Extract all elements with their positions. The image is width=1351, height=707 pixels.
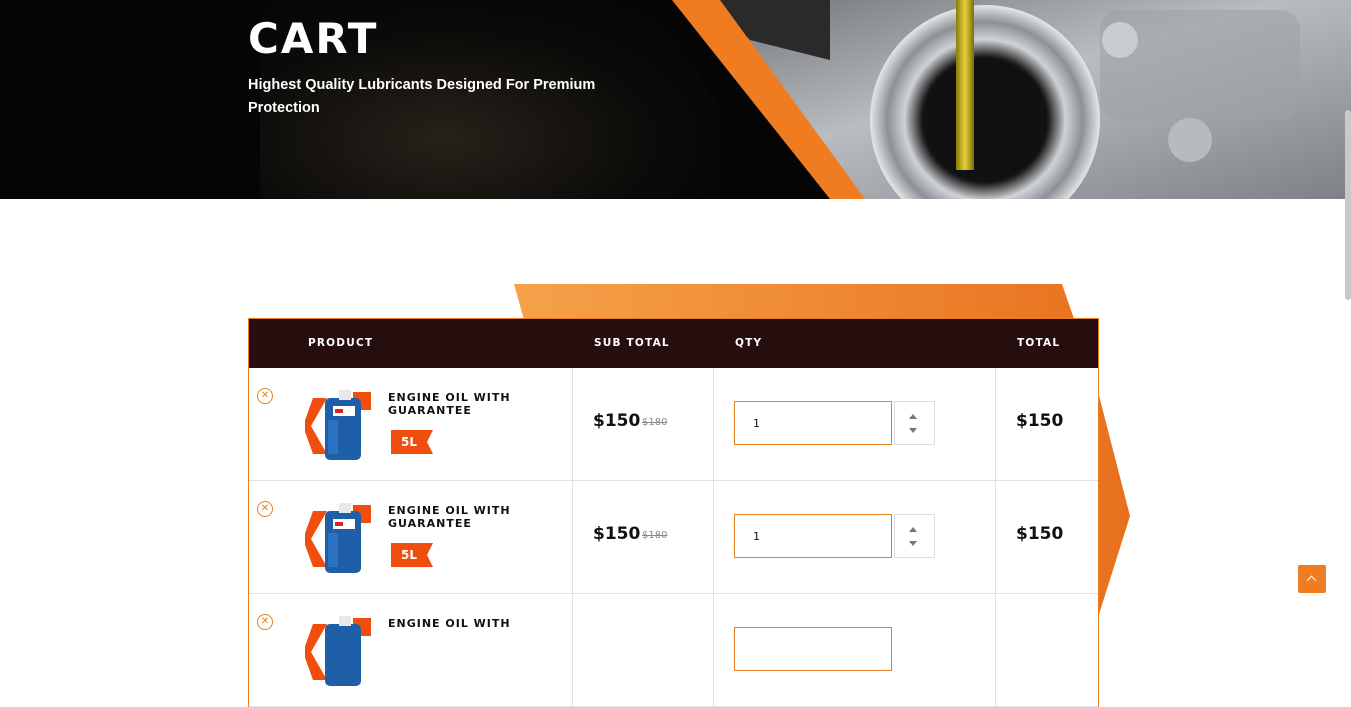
page-title: CART (248, 14, 379, 63)
product-name[interactable]: ENGINE OIL WITH (388, 617, 538, 630)
size-label: 5L (401, 548, 417, 562)
quantity-stepper (894, 401, 935, 445)
size-badge: 5L (391, 430, 433, 454)
product-cell: ✕ ENGINE OIL WITH GUARANTEE 5L (249, 368, 573, 480)
line-total: $150 (1016, 524, 1064, 544)
qty-cell (713, 368, 996, 480)
subtotal-cell (572, 594, 714, 706)
price: $150 (593, 524, 641, 544)
quantity-input[interactable] (734, 627, 892, 671)
qty-cell (713, 594, 996, 706)
page-subtitle: Highest Quality Lubricants Designed For … (248, 77, 596, 116)
product-name[interactable]: ENGINE OIL WITH GUARANTEE (388, 391, 538, 417)
header-qty: QTY (735, 337, 763, 349)
engine-oil-bottle-image (305, 503, 371, 573)
table-header: PRODUCT SUB TOTAL QTY TOTAL (249, 319, 1098, 368)
old-price: $180 (642, 530, 668, 541)
header-product: PRODUCT (308, 337, 374, 349)
price: $150 (593, 411, 641, 431)
product-cell: ✕ ENGINE OIL WITH GUARANTEE 5L (249, 481, 573, 593)
caret-down-icon[interactable] (909, 541, 917, 546)
engine-oil-pour-image (650, 0, 1351, 199)
remove-item-button[interactable]: ✕ (257, 614, 273, 630)
line-total: $150 (1016, 411, 1064, 431)
header-subtotal: SUB TOTAL (594, 337, 670, 349)
remove-item-button[interactable]: ✕ (257, 388, 273, 404)
quantity-stepper (894, 514, 935, 558)
header-total: TOTAL (1017, 337, 1061, 349)
product-cell: ✕ ENGINE OIL WITH (249, 594, 573, 706)
scroll-to-top-button[interactable] (1298, 565, 1326, 593)
caret-up-icon[interactable] (909, 527, 917, 532)
table-row: ✕ ENGINE OIL WITH GUARANTEE 5L $150 $180 (249, 481, 1098, 594)
chevron-up-icon (1306, 575, 1317, 586)
page-scrollbar[interactable] (1345, 110, 1351, 300)
caret-down-icon[interactable] (909, 428, 917, 433)
quantity-input[interactable] (734, 401, 892, 445)
engine-oil-bottle-image (305, 616, 371, 686)
product-name[interactable]: ENGINE OIL WITH GUARANTEE (388, 504, 538, 530)
hero-banner: CART Highest Quality Lubricants Designed… (0, 0, 1351, 199)
total-cell: $150 (995, 481, 1095, 593)
remove-item-button[interactable]: ✕ (257, 501, 273, 517)
cart-table: PRODUCT SUB TOTAL QTY TOTAL ✕ ENGINE OIL… (248, 318, 1099, 707)
qty-cell (713, 481, 996, 593)
table-row: ✕ ENGINE OIL WITH (249, 594, 1098, 707)
size-label: 5L (401, 435, 417, 449)
table-row: ✕ ENGINE OIL WITH GUARANTEE 5L $150 $180 (249, 368, 1098, 481)
size-badge: 5L (391, 543, 433, 567)
old-price: $180 (642, 417, 668, 428)
engine-oil-bottle-image (305, 390, 371, 460)
caret-up-icon[interactable] (909, 414, 917, 419)
subtotal-cell: $150 $180 (572, 481, 714, 593)
total-cell (995, 594, 1095, 706)
total-cell: $150 (995, 368, 1095, 480)
subtotal-cell: $150 $180 (572, 368, 714, 480)
quantity-input[interactable] (734, 514, 892, 558)
